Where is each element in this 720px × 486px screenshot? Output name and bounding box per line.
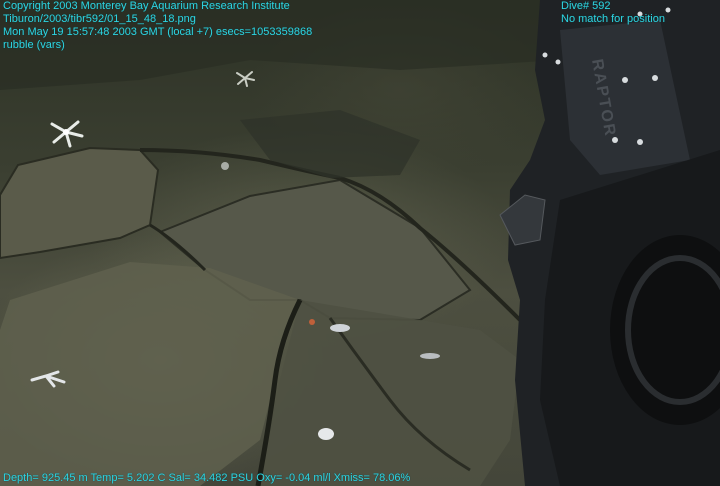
timestamp-line: Mon May 19 15:57:48 2003 GMT (local +7) … <box>3 26 313 38</box>
habitat-line: rubble (vars) <box>3 39 65 51</box>
seafloor-scene: RAPTOR <box>0 0 720 486</box>
sensor-readout: Depth= 925.45 m Temp= 5.202 C Sal= 34.48… <box>3 472 411 484</box>
brittle-star <box>50 120 84 148</box>
copyright-line: Copyright 2003 Monterey Bay Aquarium Res… <box>3 0 290 12</box>
sea-creature <box>330 324 350 332</box>
sea-creature <box>309 319 315 325</box>
rov-manipulator <box>499 194 546 246</box>
seafloor-image: RAPTOR Copyright 2003 Monterey Bay Aquar… <box>0 0 720 486</box>
sea-creature <box>221 162 229 170</box>
left-rock-slab <box>0 146 160 260</box>
lower-center-rock-slab <box>260 300 520 486</box>
sea-creature <box>318 428 334 440</box>
sea-creature <box>420 353 440 359</box>
file-path-line: Tiburon/2003/tibr592/01_15_48_18.png <box>3 13 196 25</box>
brittle-star <box>236 71 255 87</box>
metadata-overlay-top-left: Copyright 2003 Monterey Bay Aquarium Res… <box>3 0 312 52</box>
lower-left-rock-slab <box>0 262 300 486</box>
metadata-overlay-top-right: Dive# 592 No match for position <box>561 0 665 26</box>
position-status: No match for position <box>561 13 665 25</box>
dive-number: Dive# 592 <box>561 0 611 12</box>
dark-sediment <box>240 110 420 178</box>
